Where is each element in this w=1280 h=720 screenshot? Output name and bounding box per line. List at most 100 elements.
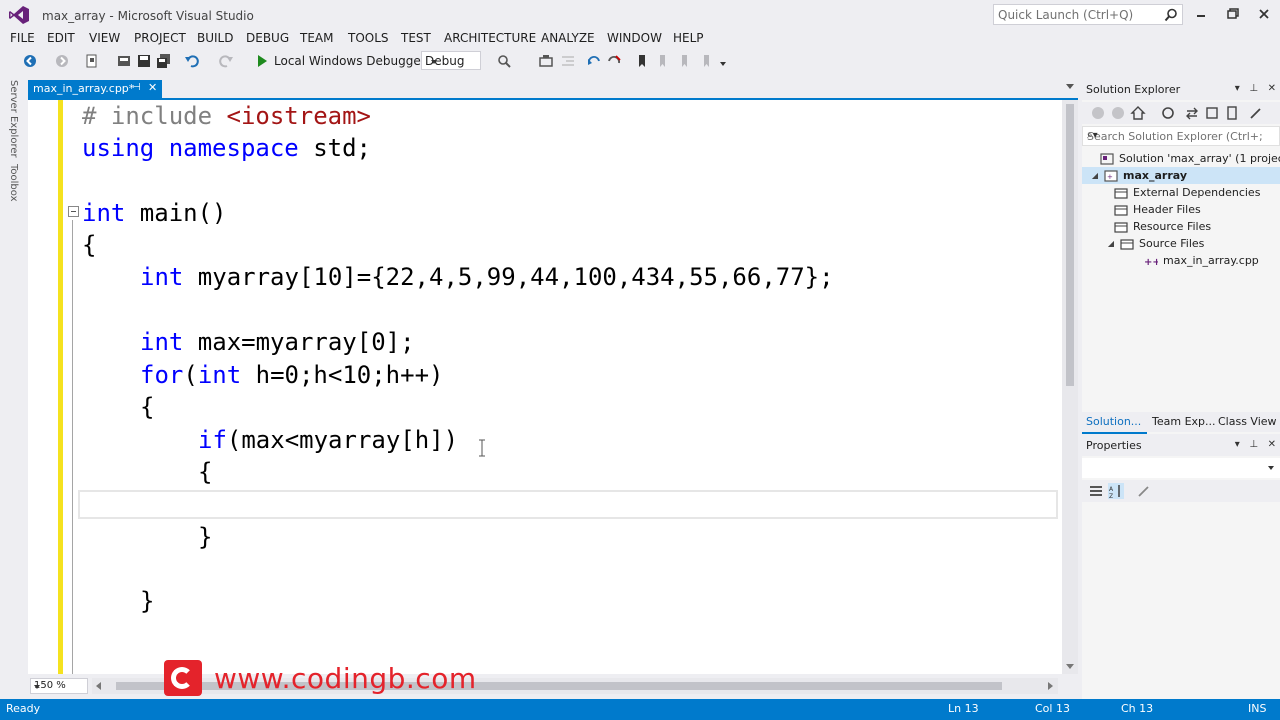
toolbar-overflow-icon[interactable] — [720, 62, 726, 66]
save-all-icon[interactable] — [156, 53, 172, 69]
forward-icon[interactable] — [1110, 105, 1126, 121]
alphabetical-icon[interactable]: AZ — [1108, 483, 1124, 499]
expanded-arrow-icon[interactable]: ◢ — [1090, 171, 1100, 180]
solution-explorer-icon[interactable] — [538, 53, 554, 69]
previous-bookmark-icon[interactable] — [654, 53, 670, 69]
save-icon[interactable] — [136, 53, 152, 69]
step-out-icon[interactable] — [606, 53, 622, 69]
tab-max-in-array-cpp[interactable]: max_in_array.cpp* ⊣ ✕ — [28, 80, 162, 98]
vertical-scroll-thumb[interactable] — [1066, 104, 1074, 386]
menu-view[interactable]: VIEW — [89, 31, 120, 45]
new-project-icon[interactable] — [84, 53, 100, 69]
tree-item-max-in-array-cpp[interactable]: ++ max_in_array.cpp — [1144, 252, 1259, 269]
home-icon[interactable] — [1130, 105, 1146, 121]
watermark: www.codingb.com — [164, 660, 477, 696]
server-explorer-tab[interactable]: Server Explorer — [8, 80, 19, 158]
tree-item-resource-files[interactable]: Resource Files — [1114, 218, 1211, 235]
close-icon[interactable]: ✕ — [1268, 83, 1276, 94]
menu-team[interactable]: TEAM — [300, 31, 333, 45]
collapse-icon[interactable] — [68, 206, 79, 217]
chevron-down-icon — [34, 685, 40, 689]
folder-icon — [1114, 221, 1128, 233]
menu-tools[interactable]: TOOLS — [348, 31, 389, 45]
panel-header-icons: ▾ ⊥ ✕ — [1235, 83, 1276, 94]
scroll-right-icon[interactable] — [1048, 682, 1053, 690]
toolbox-tab[interactable]: Toolbox — [8, 164, 19, 202]
menu-test[interactable]: TEST — [401, 31, 431, 45]
tab-class-view[interactable]: Class View — [1218, 415, 1277, 428]
menu-window[interactable]: WINDOW — [607, 31, 662, 45]
back-icon[interactable] — [1090, 105, 1106, 121]
zoom-select[interactable]: 150 % — [30, 678, 88, 694]
menu-build[interactable]: BUILD — [197, 31, 233, 45]
menu-project[interactable]: PROJECT — [134, 31, 186, 45]
tree-item-project[interactable]: ◢ + max_array — [1082, 167, 1280, 184]
svg-text:A: A — [1109, 486, 1114, 493]
redo-icon[interactable] — [218, 53, 234, 69]
pin-icon[interactable]: ⊣ — [132, 82, 141, 93]
pin-icon[interactable]: ⊥ — [1249, 83, 1258, 94]
properties-object-select[interactable] — [1082, 458, 1280, 478]
menu-debug[interactable]: DEBUG — [246, 31, 289, 45]
properties-title: Properties — [1086, 439, 1142, 452]
menu-file[interactable]: FILE — [10, 31, 35, 45]
tab-team-explorer[interactable]: Team Exp... — [1152, 415, 1216, 428]
close-window-icon[interactable] — [1256, 6, 1272, 22]
quick-launch-placeholder: Quick Launch (Ctrl+Q) — [998, 8, 1134, 22]
tree-item-solution[interactable]: Solution 'max_array' (1 project) — [1086, 150, 1280, 167]
property-pages-icon[interactable] — [1136, 483, 1152, 499]
column-number: Col 13 — [1035, 702, 1070, 715]
minimize-icon[interactable] — [1193, 6, 1209, 22]
open-file-icon[interactable] — [116, 53, 132, 69]
tab-solution-explorer[interactable]: Solution... — [1086, 415, 1141, 428]
tree-item-label: Header Files — [1133, 203, 1201, 216]
properties-icon[interactable] — [1248, 105, 1264, 121]
chevron-down-icon — [1268, 466, 1274, 470]
collapse-all-icon[interactable] — [1204, 105, 1220, 121]
clear-bookmarks-icon[interactable] — [698, 53, 714, 69]
tab-label: max_in_array.cpp* — [33, 82, 135, 95]
code-editor[interactable]: # include <iostream> using namespace std… — [28, 100, 1078, 674]
back-icon[interactable] — [22, 53, 38, 69]
search-icon[interactable] — [1164, 8, 1178, 22]
step-over-icon[interactable] — [586, 53, 602, 69]
scroll-down-icon[interactable] — [1066, 664, 1074, 669]
solution-panel-tabs: Solution... Team Exp... Class View — [1082, 412, 1280, 432]
tree-item-header-files[interactable]: Header Files — [1114, 201, 1201, 218]
scroll-left-icon[interactable] — [96, 682, 101, 690]
solution-explorer-toolbar — [1082, 102, 1280, 124]
expanded-arrow-icon[interactable]: ◢ — [1106, 239, 1116, 248]
sync-icon[interactable] — [1184, 105, 1200, 121]
find-in-files-icon[interactable] — [496, 53, 512, 69]
close-tab-icon[interactable]: ✕ — [148, 81, 157, 94]
svg-text:+: + — [1107, 173, 1113, 181]
next-bookmark-icon[interactable] — [676, 53, 692, 69]
quick-launch-input[interactable]: Quick Launch (Ctrl+Q) — [993, 4, 1183, 25]
categorized-icon[interactable] — [1088, 483, 1104, 499]
tree-item-external-dependencies[interactable]: External Dependencies — [1114, 184, 1260, 201]
chevron-down-icon[interactable]: ▾ — [1235, 439, 1240, 450]
start-debugging-button[interactable]: Local Windows Debugger — [258, 52, 438, 70]
outline-margin — [72, 220, 73, 674]
tab-overflow-icon[interactable] — [1066, 84, 1074, 89]
menu-help[interactable]: HELP — [673, 31, 704, 45]
menu-edit[interactable]: EDIT — [47, 31, 75, 45]
indent-icon[interactable] — [560, 53, 576, 69]
close-icon[interactable]: ✕ — [1268, 439, 1276, 450]
solution-search-input[interactable]: Search Solution Explorer (Ctrl+; ⌕▾ — [1082, 126, 1280, 146]
tree-item-source-files[interactable]: ◢ Source Files — [1106, 235, 1205, 252]
search-icon[interactable]: ⌕▾ — [1087, 130, 1276, 141]
bookmark-icon[interactable] — [634, 53, 650, 69]
chevron-down-icon[interactable]: ▾ — [1235, 83, 1240, 94]
show-all-files-icon[interactable] — [1224, 105, 1240, 121]
menu-architecture[interactable]: ARCHITECTURE — [444, 31, 536, 45]
forward-icon[interactable] — [54, 53, 70, 69]
pending-changes-filter-icon[interactable] — [1160, 105, 1176, 121]
undo-icon[interactable] — [184, 53, 200, 69]
vertical-scrollbar[interactable] — [1062, 100, 1078, 674]
restore-icon[interactable] — [1225, 6, 1241, 22]
code-line-2: using namespace std; — [82, 134, 371, 162]
pin-icon[interactable]: ⊥ — [1249, 439, 1258, 450]
solution-configuration-select[interactable]: Debug — [421, 51, 481, 70]
menu-analyze[interactable]: ANALYZE — [541, 31, 595, 45]
